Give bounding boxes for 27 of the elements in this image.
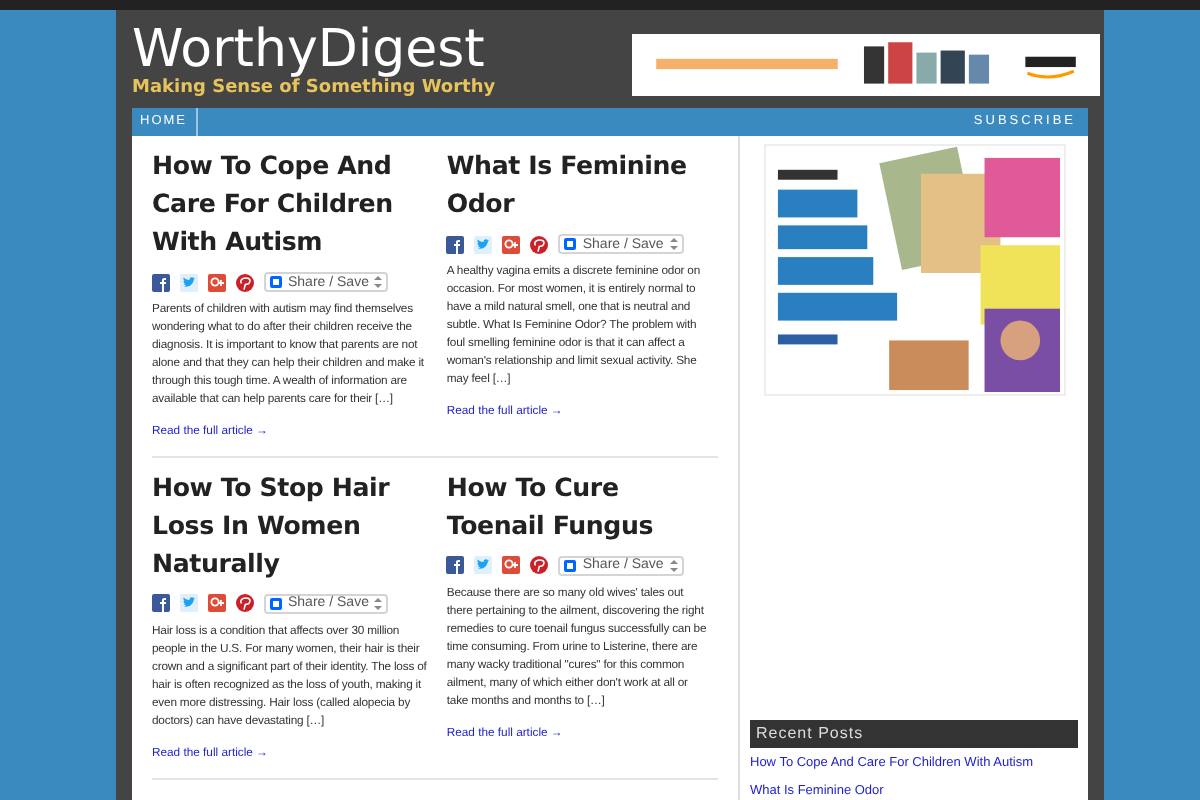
twitter-icon[interactable] [474,556,493,575]
pinterest-icon[interactable] [530,556,549,575]
updown-icon [374,276,383,288]
twitter-icon[interactable] [180,594,198,613]
post-title[interactable]: What Is Feminine Odor [446,146,712,222]
twitter-icon[interactable] [180,273,198,291]
post-title[interactable]: How To Stop Hair Loss In Women Naturally [152,467,435,582]
site-tagline: Making Sense of Something Worthy [132,78,496,98]
google-plus-icon[interactable] [208,273,226,291]
google-plus-icon[interactable] [208,594,226,613]
twitter-icon[interactable] [474,235,493,253]
facebook-icon[interactable] [446,556,465,575]
updown-icon [374,597,383,610]
updown-icon [669,559,678,572]
facebook-icon[interactable] [446,235,465,253]
site-title[interactable]: WorthyDigest [132,22,496,78]
post-title[interactable]: How To Cure Toenail Fungus [446,467,712,544]
facebook-icon[interactable] [152,273,170,291]
facebook-icon[interactable] [152,594,170,613]
post-title[interactable]: How To Cope And Care For Children With Autism [152,146,435,260]
pinterest-icon[interactable] [530,235,549,253]
updown-icon [669,238,678,250]
widget-title: Recent Posts [756,722,864,747]
google-plus-icon[interactable] [502,556,521,575]
google-plus-icon[interactable] [502,235,521,253]
pinterest-icon[interactable] [236,273,254,291]
pinterest-icon[interactable] [236,594,254,613]
